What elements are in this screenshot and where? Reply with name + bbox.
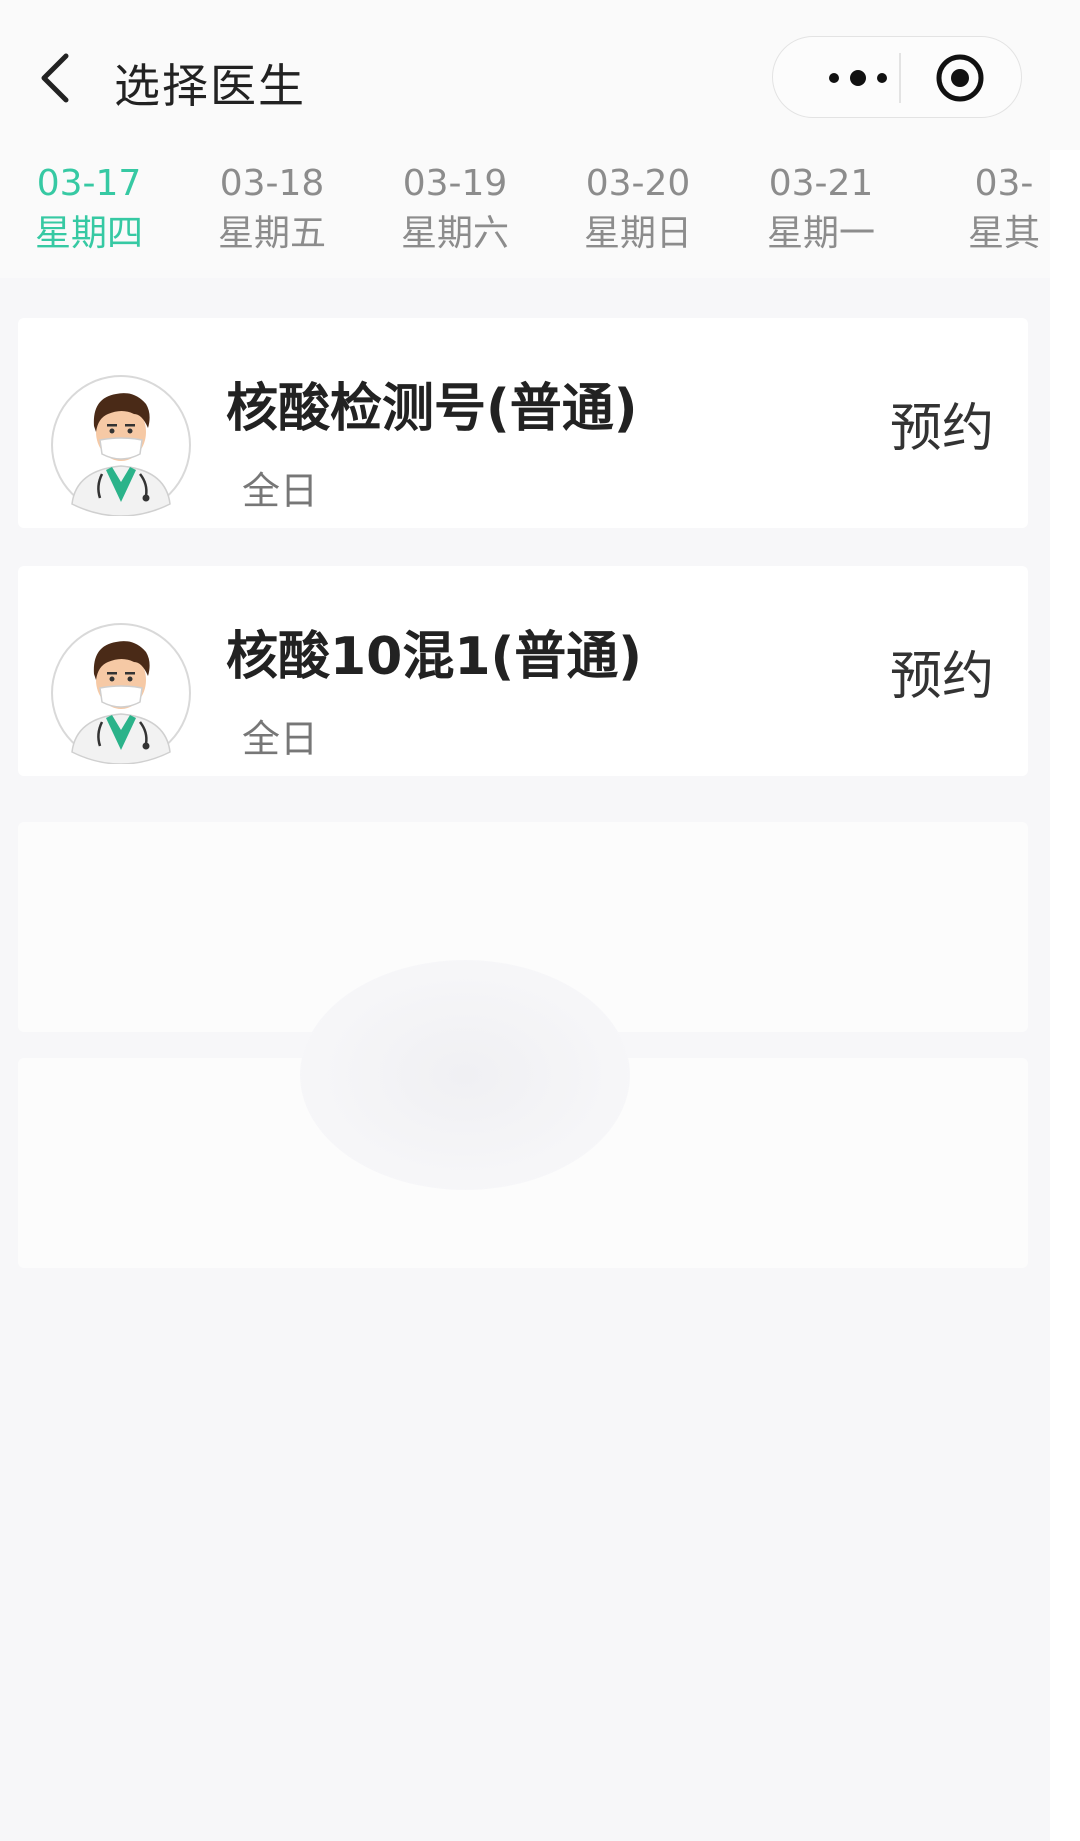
- weekday-label: 星期六: [400, 213, 509, 254]
- time-period: 全日: [242, 469, 319, 513]
- weekday-label: 星其: [967, 213, 1040, 254]
- date-label: 03-18: [219, 163, 325, 204]
- doctor-name: 核酸检测号(普通): [226, 379, 638, 439]
- date-tab[interactable]: 03-21 星期一: [746, 162, 896, 262]
- date-label: 03-: [974, 163, 1034, 204]
- doctor-avatar-icon: [51, 623, 191, 764]
- weekday-label: 星期一: [766, 213, 875, 254]
- capsule-divider: [899, 53, 901, 103]
- back-icon[interactable]: [36, 48, 76, 108]
- date-tab[interactable]: 03-19 星期六: [380, 162, 530, 262]
- page-title: 选择医生: [114, 59, 306, 113]
- date-label: 03-17: [36, 163, 142, 204]
- date-tab[interactable]: 03- 星其: [929, 162, 1050, 262]
- book-button[interactable]: 预约: [890, 634, 994, 709]
- date-tab[interactable]: 03-17 星期四: [14, 162, 164, 262]
- mini-program-capsule: [772, 36, 1022, 118]
- doctor-name: 核酸10混1(普通): [226, 627, 643, 687]
- doctor-card[interactable]: 核酸检测号(普通) 全日 预约: [18, 318, 1028, 528]
- book-button[interactable]: 预约: [890, 386, 994, 461]
- date-selector: 03-17 星期四 03-18 星期五 03-19 星期六 03-20 星期日 …: [0, 150, 1050, 278]
- date-tab[interactable]: 03-20 星期日: [563, 162, 713, 262]
- weekday-label: 星期五: [217, 213, 326, 254]
- doctor-avatar-icon: [51, 375, 191, 516]
- date-tab[interactable]: 03-18 星期五: [197, 162, 347, 262]
- loading-shadow: [300, 960, 630, 1190]
- target-close-icon[interactable]: [933, 51, 987, 105]
- time-period: 全日: [242, 717, 319, 761]
- scroll-edge: [1050, 150, 1080, 1841]
- date-label: 03-21: [768, 163, 874, 204]
- weekday-label: 星期日: [583, 213, 692, 254]
- weekday-label: 星期四: [34, 213, 143, 254]
- date-label: 03-19: [402, 163, 508, 204]
- top-bar: 选择医生: [0, 0, 1080, 150]
- doctor-card[interactable]: 核酸10混1(普通) 全日 预约: [18, 566, 1028, 776]
- date-label: 03-20: [585, 163, 691, 204]
- more-dots-icon[interactable]: [813, 53, 903, 103]
